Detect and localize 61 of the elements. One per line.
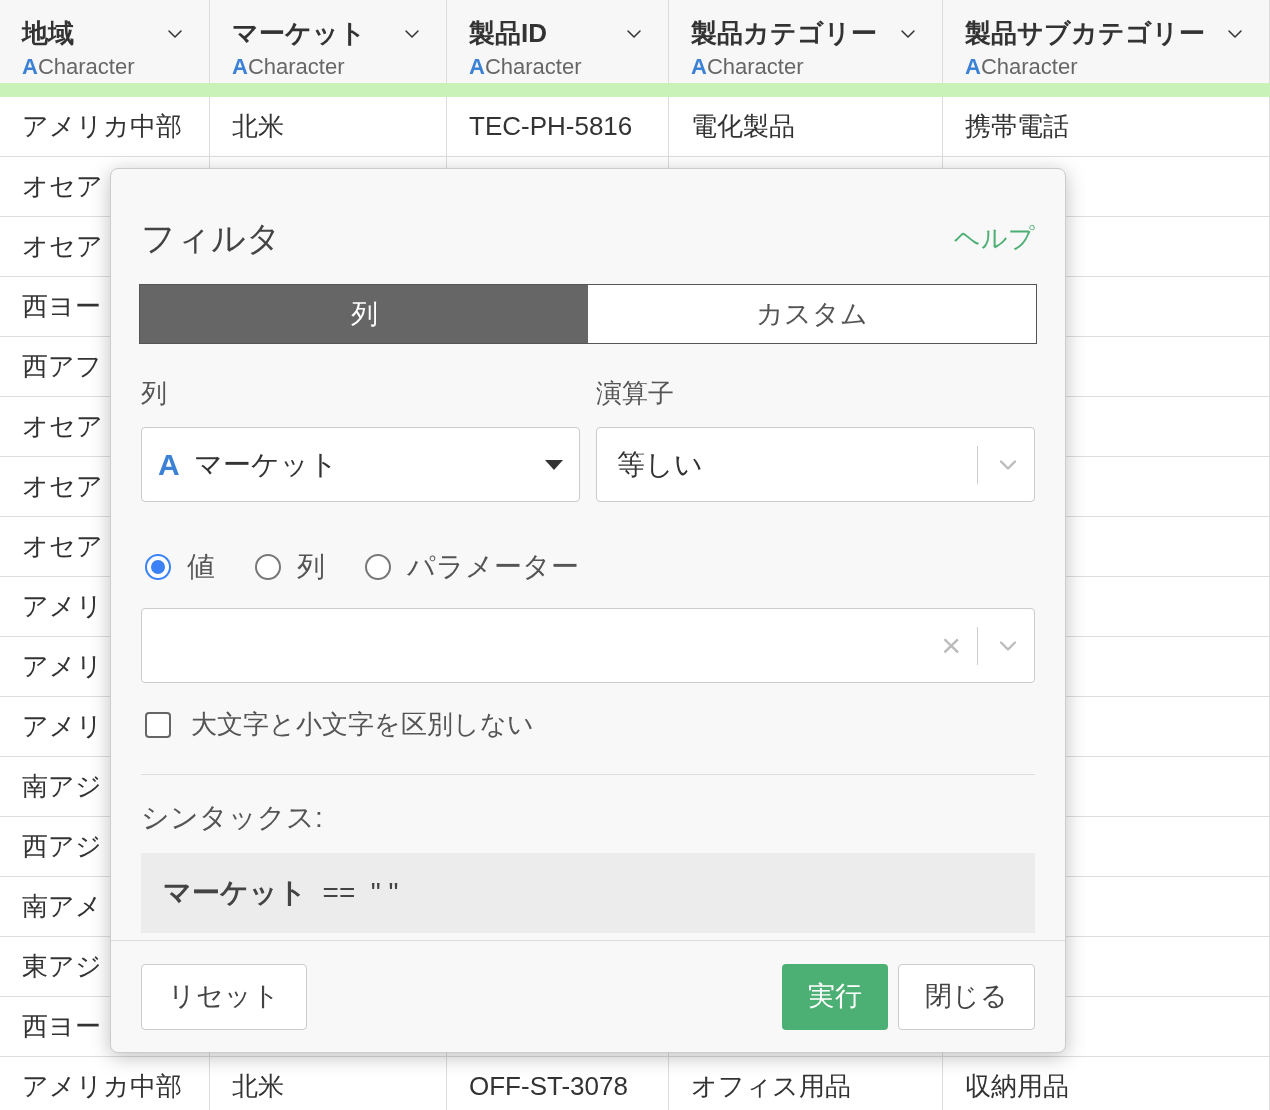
table-cell-text: 南アジ <box>22 769 102 803</box>
checkbox-label: 大文字と小文字を区別しない <box>191 708 534 741</box>
column-type: Character <box>247 53 345 81</box>
table-cell-text: オセア <box>22 409 103 443</box>
column-header: マーケット <box>232 17 366 50</box>
column-header: 製品ID <box>469 17 547 50</box>
table-cell-text: TEC-PH-5816 <box>469 109 633 143</box>
table-cell-text: アメリ <box>22 709 103 743</box>
radio-option[interactable]: 列 <box>255 546 325 588</box>
tab[interactable]: カスタム <box>588 285 1036 343</box>
type-icon: A <box>232 53 248 81</box>
caret-down-icon <box>545 459 563 470</box>
dialog-title: フィルタ <box>141 218 281 259</box>
table-cell-text: アメリカ中部 <box>22 1069 182 1103</box>
type-icon: A <box>158 442 180 487</box>
column-type: Character <box>980 53 1078 81</box>
table-cell-text: オフィス用品 <box>691 1069 851 1103</box>
table-cell-text: OFF-ST-3078 <box>469 1069 628 1103</box>
table-cell-text: オセア <box>22 529 103 563</box>
table-cell-text: オセア <box>22 169 103 203</box>
close-button[interactable]: 閉じる <box>898 963 1035 1030</box>
table-cell-text: 西ヨー <box>22 289 101 323</box>
table-cell-text: 西ヨー <box>22 1009 101 1043</box>
type-icon: A <box>22 53 38 81</box>
table-cell-text: オセア <box>22 469 103 503</box>
column-type: Character <box>706 53 804 81</box>
table-cell-text: 西アフ <box>22 349 102 383</box>
table-cell-text: 南アメ <box>22 889 102 923</box>
table-cell-text: アメリカ中部 <box>22 109 182 143</box>
radio-button[interactable] <box>365 554 391 580</box>
table-cell-text: オセア <box>22 229 103 263</box>
reset-button[interactable]: リセット <box>141 963 307 1030</box>
tab[interactable]: 列 <box>140 285 588 343</box>
table-cell-text: 東アジ <box>22 949 102 983</box>
radio-button[interactable] <box>145 554 171 580</box>
table-cell-text: 西アジ <box>22 829 102 863</box>
table-cell-text: アメリ <box>22 649 103 683</box>
syntax-code: マーケット == " " <box>163 876 399 910</box>
radio-button[interactable] <box>255 554 281 580</box>
syntax-label: シンタックス: <box>141 801 324 835</box>
table-cell-text: 北米 <box>232 1069 284 1103</box>
table-cell-text: 携帯電話 <box>965 109 1069 143</box>
field-label: 列 <box>141 377 168 410</box>
operator-select[interactable]: 等しい <box>596 427 1035 502</box>
column-select[interactable]: A マーケット <box>141 427 580 502</box>
type-icon: A <box>691 53 707 81</box>
type-icon: A <box>469 53 485 81</box>
type-icon: A <box>965 53 981 81</box>
checkbox[interactable] <box>145 711 171 738</box>
column-header: 製品サブカテゴリー <box>965 17 1205 50</box>
column-header: 製品カテゴリー <box>691 17 877 50</box>
table-cell-text: 北米 <box>232 109 284 143</box>
field-label: 演算子 <box>596 377 675 410</box>
radio-option[interactable]: パラメーター <box>365 546 579 588</box>
table-cell-text: 電化製品 <box>691 109 795 143</box>
table-cell-text: アメリ <box>22 589 103 623</box>
column-header: 地域 <box>22 17 74 50</box>
column-type: Character <box>37 53 135 81</box>
column-type: Character <box>484 53 582 81</box>
table-cell-text: 収納用品 <box>965 1069 1069 1103</box>
radio-option[interactable]: 値 <box>145 546 215 588</box>
